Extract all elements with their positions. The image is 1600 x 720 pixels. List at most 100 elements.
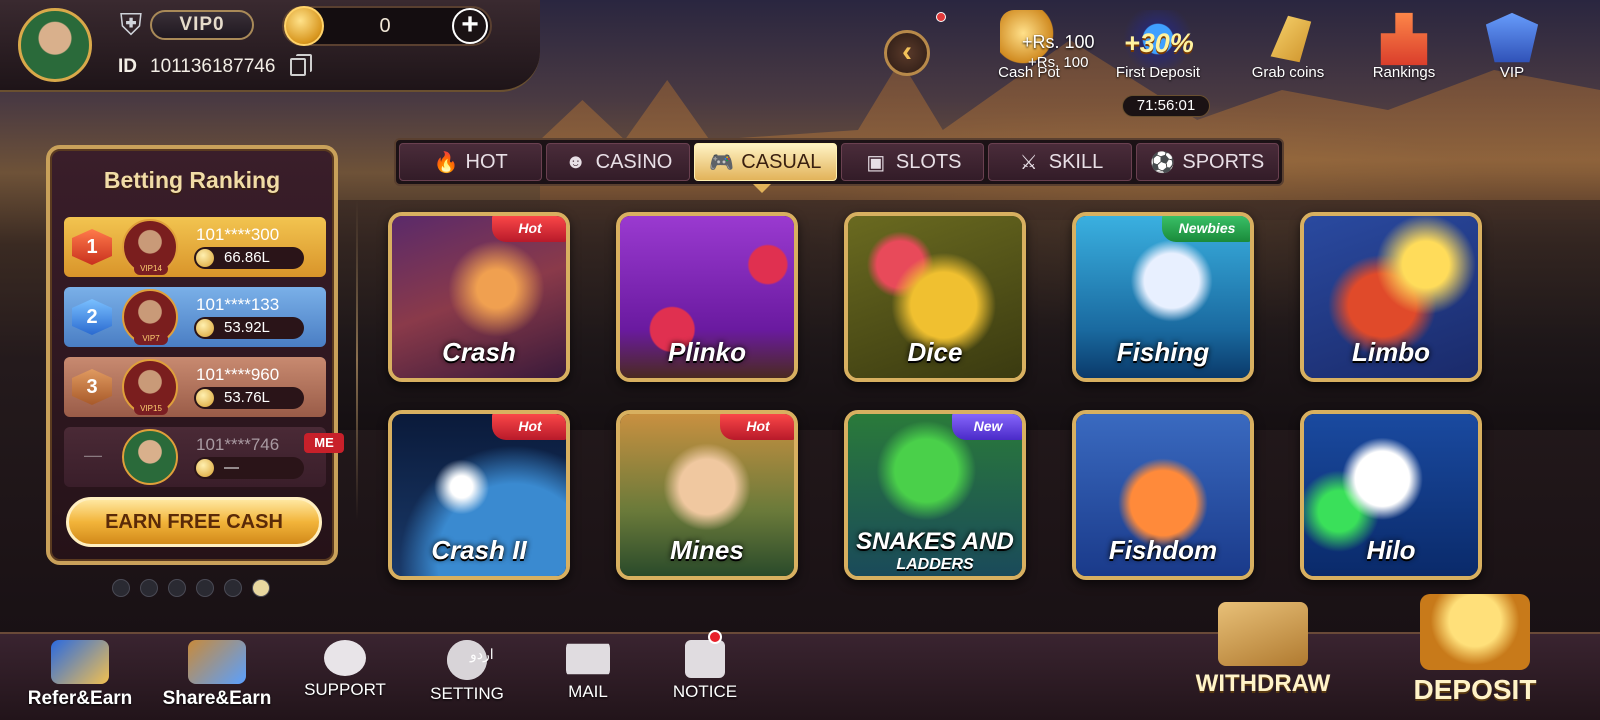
ranking-row[interactable]: 1 VIP14 101****300 66.86L [64,217,326,277]
setting-button[interactable]: SETTING [420,640,514,704]
vip-button[interactable]: VIP [1480,10,1544,81]
coin-icon [284,6,324,46]
carousel-dot[interactable] [112,579,130,597]
ranking-title: Betting Ranking [103,167,281,193]
nav-label: Refer&Earn [27,688,133,709]
notification-dot [936,12,946,22]
game-name: Crash [442,337,516,367]
swords-icon: ⚔ [1019,151,1038,174]
tab-casual[interactable]: 🎮 CASUAL [693,143,837,181]
gamepad-icon: 🎮 [709,151,735,174]
first-deposit-label: First Deposit [1115,64,1201,81]
vip-shield-icon [1485,12,1539,63]
copy-icon[interactable] [290,54,312,76]
carousel-dot[interactable] [224,579,242,597]
me-badge: ME [304,433,344,453]
rankings-label: Rankings [1372,64,1436,81]
deposit-button[interactable]: DEPOSIT [1400,594,1550,706]
earn-free-cash-button[interactable]: EARN FREE CASH [66,497,322,547]
game-name: Crash II [431,535,527,565]
vip-tag: VIP14 [134,263,168,275]
nav-label: MAIL [568,682,608,701]
coin-icon [196,249,214,267]
betting-ranking-panel: Betting Ranking 1 VIP14 101****300 66.86… [46,145,344,565]
tab-casino[interactable]: ☻ CASINO [546,143,690,181]
flame-icon: 🔥 [433,151,459,174]
game-tile-hilo[interactable]: Hilo [1300,410,1482,580]
game-tile-limbo[interactable]: Limbo [1300,212,1482,382]
nav-label: SUPPORT [304,680,386,699]
hot-tag: Hot [720,414,794,440]
user-avatar[interactable] [18,8,92,82]
withdraw-button[interactable]: WITHDRAW [1188,602,1338,698]
profile-bar: ⛨ VIP0 0 + ID 101136187746 [0,0,540,92]
balance-value: 0 [379,15,391,37]
rank-medal: 2 [72,299,112,335]
tab-slots[interactable]: ▣ SLOTS [840,143,985,181]
add-balance-button[interactable]: + [452,8,488,44]
tab-sports[interactable]: ⚽ SPORTS [1135,143,1279,181]
ranking-row[interactable]: 3 VIP15 101****960 53.76L [64,357,326,417]
slot-machine-icon: ▣ [866,151,886,174]
cash-pot-amount: +Rs. 100 [1022,32,1095,52]
game-tile-snakes-and-ladders[interactable]: New SNAKES AND LADDERS [844,410,1026,580]
chevron-left-icon[interactable]: ‹ [884,30,930,76]
shield-icon: ⛨ [119,9,143,42]
vip-tag: VIP7 [134,333,168,345]
user-id: 101136187746 [150,56,276,77]
new-tag: New [952,414,1022,440]
coin-icon [196,459,214,477]
game-tile-mines[interactable]: Hot Mines [616,410,798,580]
mail-button[interactable]: MAIL [546,640,630,702]
game-tile-dice[interactable]: Dice [844,212,1026,382]
vip-tag: VIP15 [134,403,168,415]
game-tile-fishdom[interactable]: Fishdom [1072,410,1254,580]
avatar [122,429,178,485]
nav-label: Share&Earn [162,688,272,709]
share-earn-button[interactable]: Share&Earn [154,640,280,710]
notice-button[interactable]: NOTICE [660,640,750,702]
phone-coins-icon [51,640,109,684]
game-name: SNAKES AND [856,528,1014,555]
nav-label: NOTICE [672,682,738,701]
game-tile-fishing[interactable]: Newbies Fishing [1072,212,1254,382]
nav-label: SETTING [430,684,504,703]
coin-basket-icon [1420,594,1530,670]
divider [356,200,358,520]
vip-level-badge[interactable]: VIP0 [150,10,254,40]
game-name: Fishdom [1108,535,1218,565]
tab-label: SPORTS [1182,150,1265,173]
game-tile-crash-ii[interactable]: Hot Crash II [388,410,570,580]
game-tile-plinko[interactable]: Plinko [616,212,798,382]
grab-coins-button[interactable]: Grab coins [1238,10,1338,81]
carousel-dot[interactable] [196,579,214,597]
nav-label: WITHDRAW [1195,670,1331,697]
active-tab-caret [753,184,771,193]
rank-medal: 1 [72,229,112,265]
tab-label: CASUAL [741,150,822,173]
category-tabs: 🔥 HOT ☻ CASINO 🎮 CASUAL ▣ SLOTS ⚔ SKILL ⚽ SPOR… [394,138,1284,186]
tab-skill[interactable]: ⚔ SKILL [988,143,1132,181]
game-name-line2: LADDERS [896,556,974,573]
carousel-dot[interactable] [168,579,186,597]
paper-plane-icon [1270,15,1312,63]
ranking-row-me[interactable]: — 101****746 — ME [64,427,344,487]
game-name: Limbo [1352,337,1430,367]
newbies-tag: Newbies [1162,216,1250,242]
carousel-dots [112,579,270,597]
id-label: ID [118,56,137,77]
rankings-button[interactable]: Rankings [1356,10,1452,81]
carousel-dot-active[interactable] [252,579,270,597]
cash-pot-amount-secondary: +Rs. 100 [1028,54,1089,71]
refer-earn-button[interactable]: Refer&Earn [20,640,140,710]
game-name: Plinko [667,337,746,367]
support-button[interactable]: SUPPORT [300,640,390,700]
urdu-language-glyph: اردو [470,646,494,662]
game-tile-crash[interactable]: Hot Crash [388,212,570,382]
tab-hot[interactable]: 🔥 HOT [399,143,543,181]
ranking-row[interactable]: 2 VIP7 101****133 53.92L [64,287,326,347]
carousel-dot[interactable] [140,579,158,597]
rank-medal: 3 [72,369,112,405]
game-name: Mines [670,535,744,565]
nav-label: DEPOSIT [1413,674,1537,705]
